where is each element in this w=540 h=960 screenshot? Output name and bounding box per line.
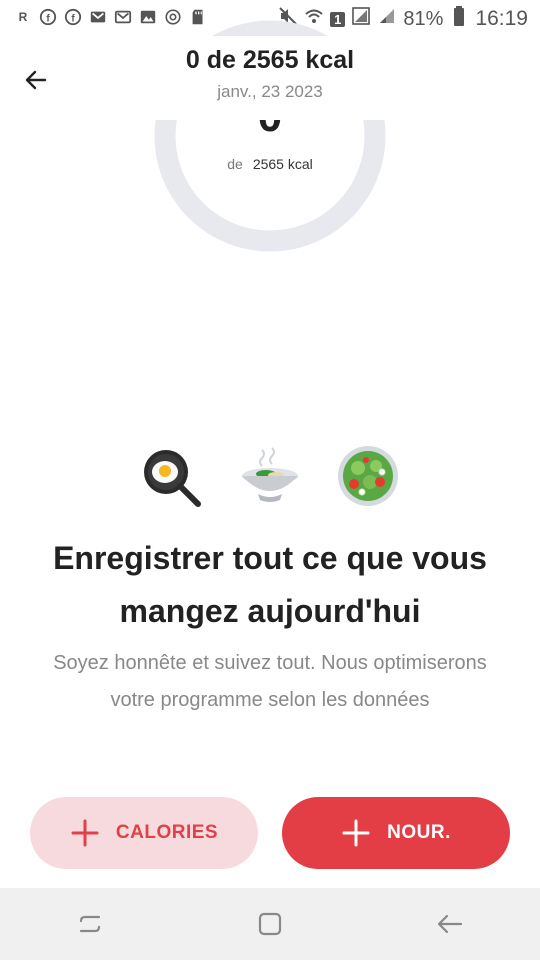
header: 0 de 2565 kcal janv., 23 2023 <box>0 36 540 120</box>
recent-apps-icon <box>79 915 101 933</box>
frying-pan-egg-icon <box>140 444 204 508</box>
food-emojis <box>0 444 540 508</box>
add-food-button[interactable]: NOUR. <box>282 797 510 869</box>
facebook-icon: f <box>64 8 82 26</box>
system-back-button[interactable] <box>420 894 480 954</box>
gmail-icon <box>114 8 132 26</box>
plus-icon <box>71 819 99 847</box>
svg-text:f: f <box>46 14 50 25</box>
facebook-icon: f <box>39 8 57 26</box>
page-title: 0 de 2565 kcal <box>185 46 355 74</box>
back-icon <box>437 914 463 934</box>
add-calories-button[interactable]: CALORIES <box>30 797 258 869</box>
bowl-icon <box>238 444 302 508</box>
navigation-bar <box>0 888 540 960</box>
ring-goal: de 2565 kcal <box>154 156 386 172</box>
ring-goal-label: 2565 kcal <box>252 156 313 172</box>
date-label: janv., 23 2023 <box>217 82 323 101</box>
svg-text:f: f <box>71 14 75 25</box>
home-icon <box>258 912 282 936</box>
add-food-label: NOUR. <box>387 822 451 843</box>
recent-apps-button[interactable] <box>60 894 120 954</box>
ring-de-label: de <box>227 156 243 172</box>
home-button[interactable] <box>240 894 300 954</box>
headline: Enregistrer tout ce que vous mangez aujo… <box>53 540 487 629</box>
salad-icon <box>336 444 400 508</box>
clock: 16:19 <box>475 7 528 30</box>
gmail-icon <box>89 8 107 26</box>
add-calories-label: CALORIES <box>115 822 219 843</box>
plus-icon <box>342 819 370 847</box>
description: Soyez honnête et suivez tout. Nous optim… <box>53 652 487 711</box>
r-icon: R <box>18 10 28 24</box>
battery-percent: 81% <box>403 7 444 30</box>
battery-icon <box>449 6 469 32</box>
